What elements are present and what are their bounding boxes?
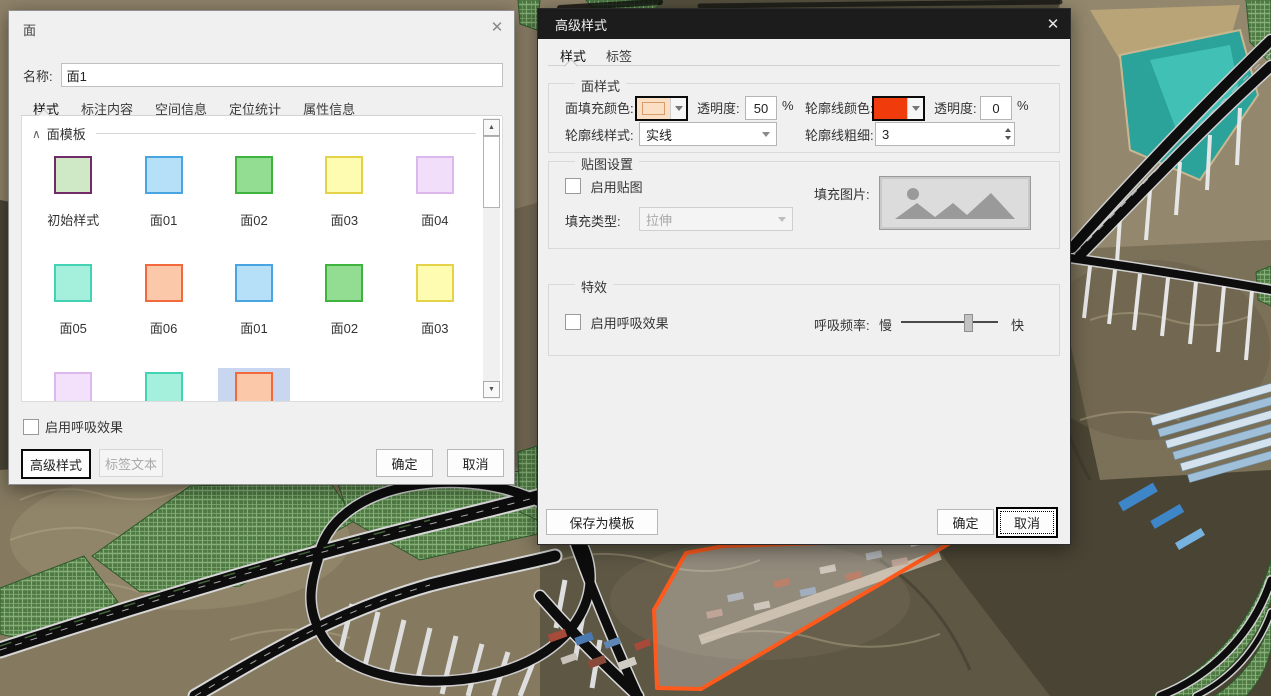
fill-image-label: 填充图片: xyxy=(814,184,870,203)
template-item[interactable]: 面04 xyxy=(390,146,480,254)
template-item[interactable]: 面03 xyxy=(390,254,480,362)
template-item[interactable]: 面01 xyxy=(118,146,208,254)
close-icon[interactable]: ✕ xyxy=(480,11,514,43)
slow-label: 慢 xyxy=(879,315,892,334)
face-style-group: 面样式 面填充颜色: 透明度: 50 % 轮廓线颜色: 透明度: 0 % 轮廓线… xyxy=(548,83,1060,153)
enable-breathing-row: 启用呼吸效果 xyxy=(565,313,669,332)
close-icon[interactable]: ✕ xyxy=(1036,9,1070,39)
template-panel: ∧ 面模板 初始样式 面01 面02 面03 面04 面05 面06 面01 面… xyxy=(21,116,503,402)
breathing-effect-row: 启用呼吸效果 xyxy=(23,417,123,436)
texture-group-title: 贴图设置 xyxy=(575,154,639,173)
template-swatch[interactable] xyxy=(235,264,273,302)
ok-button[interactable]: 确定 xyxy=(376,449,433,477)
chevron-down-icon xyxy=(778,217,786,222)
fill-color-label: 面填充颜色: xyxy=(565,98,634,117)
template-swatch[interactable] xyxy=(416,264,454,302)
template-swatch[interactable] xyxy=(54,372,92,402)
advanced-dialog-title: 高级样式 xyxy=(555,15,607,34)
template-item[interactable] xyxy=(28,362,118,402)
template-scrollbar[interactable]: ▲ ▼ xyxy=(483,118,500,399)
template-item[interactable]: 面02 xyxy=(299,254,389,362)
template-swatch[interactable] xyxy=(54,156,92,194)
template-swatch[interactable] xyxy=(145,156,183,194)
template-item[interactable]: 面03 xyxy=(299,146,389,254)
fill-opacity-input[interactable]: 50 xyxy=(745,96,777,120)
enable-texture-label: 启用贴图 xyxy=(591,180,643,195)
effects-group-title: 特效 xyxy=(575,277,613,296)
fast-label: 快 xyxy=(1011,315,1024,334)
template-swatch[interactable] xyxy=(416,156,454,194)
opacity-label: 透明度: xyxy=(934,98,977,117)
template-section-title: 面模板 xyxy=(47,124,86,143)
opacity-label: 透明度: xyxy=(697,98,740,117)
breathing-frequency-label: 呼吸频率: xyxy=(814,315,870,334)
stepper-down-icon[interactable] xyxy=(1005,136,1011,140)
face-style-group-title: 面样式 xyxy=(575,76,626,95)
name-input[interactable]: 面1 xyxy=(61,63,503,87)
fill-type-label: 填充类型: xyxy=(565,211,621,230)
template-item[interactable]: 面06 xyxy=(118,254,208,362)
face-dialog: 面 ✕ 名称: 面1 样式 标注内容 空间信息 定位统计 属性信息 ∧ 面模板 … xyxy=(8,10,515,485)
percent-sign: % xyxy=(1017,98,1029,113)
tab-label[interactable]: 标签 xyxy=(606,46,632,65)
outline-width-stepper[interactable]: 3 xyxy=(875,122,1015,146)
template-swatch[interactable] xyxy=(235,156,273,194)
template-item[interactable]: 面02 xyxy=(209,146,299,254)
breathing-frequency-slider[interactable] xyxy=(901,313,998,331)
outline-color-label: 轮廓线颜色: xyxy=(805,98,874,117)
template-grid: 初始样式 面01 面02 面03 面04 面05 面06 面01 面02 面03 xyxy=(28,146,480,402)
collapse-chevron-icon[interactable]: ∧ xyxy=(32,127,41,141)
percent-sign: % xyxy=(782,98,794,113)
scroll-up-button[interactable]: ▲ xyxy=(483,119,500,136)
fill-color-picker[interactable] xyxy=(635,96,688,121)
outline-style-label: 轮廓线样式: xyxy=(565,125,634,144)
breathing-effect-label: 启用呼吸效果 xyxy=(45,417,123,436)
save-as-template-button[interactable]: 保存为模板 xyxy=(546,509,658,535)
enable-texture-row: 启用贴图 xyxy=(565,177,643,196)
outline-width-label: 轮廓线粗细: xyxy=(805,125,874,144)
fill-type-select[interactable]: 拉伸 xyxy=(639,207,793,231)
template-swatch[interactable] xyxy=(145,372,183,402)
tab-separator xyxy=(548,65,1060,66)
slider-track[interactable] xyxy=(901,321,998,323)
template-item-selected[interactable] xyxy=(209,362,299,402)
stepper-up-icon[interactable] xyxy=(1005,128,1011,132)
outline-color-picker[interactable] xyxy=(872,96,925,121)
ok-button[interactable]: 确定 xyxy=(937,509,994,535)
scroll-down-button[interactable]: ▼ xyxy=(483,381,500,398)
enable-breathing-label: 启用呼吸效果 xyxy=(591,316,669,331)
texture-settings-group: 贴图设置 启用贴图 填充图片: 填充类型: 拉伸 xyxy=(548,161,1060,249)
fill-image-preview[interactable] xyxy=(879,176,1031,230)
chevron-down-icon xyxy=(762,132,770,137)
cancel-button[interactable]: 取消 xyxy=(447,449,504,477)
enable-breathing-checkbox[interactable] xyxy=(565,314,581,330)
face-dialog-title: 面 xyxy=(23,20,36,39)
template-swatch[interactable] xyxy=(325,156,363,194)
template-item[interactable] xyxy=(118,362,208,402)
label-text-button[interactable]: 标签文本 xyxy=(99,449,163,477)
name-label: 名称: xyxy=(23,66,53,85)
template-swatch[interactable] xyxy=(325,264,363,302)
image-placeholder-icon xyxy=(895,185,1015,221)
slider-handle[interactable] xyxy=(964,314,973,332)
template-swatch[interactable] xyxy=(235,372,273,402)
template-item[interactable]: 面05 xyxy=(28,254,118,362)
outline-opacity-input[interactable]: 0 xyxy=(980,96,1012,120)
effects-group: 特效 启用呼吸效果 呼吸频率: 慢 快 xyxy=(548,284,1060,356)
section-rule xyxy=(96,133,476,134)
scroll-thumb[interactable] xyxy=(483,136,500,208)
cancel-button[interactable]: 取消 xyxy=(996,507,1058,538)
chevron-down-icon[interactable] xyxy=(670,98,686,119)
enable-texture-checkbox[interactable] xyxy=(565,178,581,194)
advanced-style-dialog: 高级样式 ✕ 样式 标签 面样式 面填充颜色: 透明度: 50 % 轮廓线颜色:… xyxy=(537,8,1071,545)
template-swatch[interactable] xyxy=(54,264,92,302)
template-item[interactable]: 初始样式 xyxy=(28,146,118,254)
template-item[interactable]: 面01 xyxy=(209,254,299,362)
breathing-effect-checkbox[interactable] xyxy=(23,419,39,435)
chevron-down-icon[interactable] xyxy=(907,98,923,119)
template-swatch[interactable] xyxy=(145,264,183,302)
advanced-dialog-titlebar: 高级样式 xyxy=(538,9,1070,39)
outline-style-select[interactable]: 实线 xyxy=(639,122,777,146)
advanced-style-button[interactable]: 高级样式 xyxy=(21,449,91,479)
